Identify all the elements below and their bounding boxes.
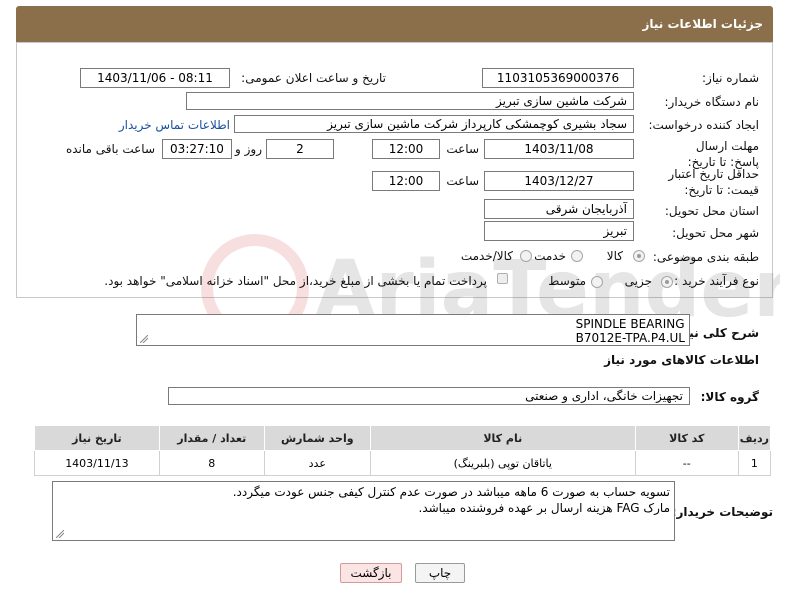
summary-line-1: SPINDLE BEARING xyxy=(575,317,685,331)
reply-time-label: ساعت xyxy=(446,142,479,156)
category-goods-service-radio[interactable] xyxy=(520,250,532,262)
process-minor-radio[interactable] xyxy=(661,276,673,288)
page-header: جزئیات اطلاعات نیاز xyxy=(16,6,773,42)
cell-unit: عدد xyxy=(263,450,371,476)
cell-date: 1403/11/13 xyxy=(34,450,160,476)
need-number-label: شماره نیاز: xyxy=(702,71,759,85)
goods-group-label: گروه کالا: xyxy=(700,390,759,404)
buyer-notes-field[interactable]: تسویه حساب به صورت 6 ماهه میباشد در صورت… xyxy=(52,481,675,541)
col-row-header: ردیف xyxy=(737,425,772,451)
category-service-radio[interactable] xyxy=(571,250,583,262)
table-row[interactable]: 1 -- یاتاقان توپی (بلبرینگ) عدد 8 1403/1… xyxy=(34,450,772,476)
price-validity-date-field[interactable]: 1403/12/27 xyxy=(484,171,634,191)
summary-field[interactable]: SPINDLE BEARING B7012E-TPA.P4.UL xyxy=(136,314,690,346)
cell-name: یاتاقان توپی (بلبرینگ) xyxy=(369,450,636,476)
reply-time-field[interactable]: 12:00 xyxy=(372,139,440,159)
remaining-time-label: ساعت باقی مانده xyxy=(65,142,155,156)
treasury-payment-note: پرداخت تمام یا بخشی از مبلغ خرید،از محل … xyxy=(104,274,487,288)
goods-table: ردیف کد کالا نام کالا واحد شمارش تعداد /… xyxy=(34,425,772,476)
cell-row: 1 xyxy=(737,450,772,476)
print-button[interactable]: چاپ xyxy=(415,563,465,583)
province-field[interactable]: آذربایجان شرقی xyxy=(484,199,634,219)
treasury-payment-checkbox[interactable] xyxy=(497,273,508,284)
col-unit-header: واحد شمارش xyxy=(263,425,371,451)
city-label: شهر محل تحویل: xyxy=(672,226,759,240)
col-name-header: نام کالا xyxy=(369,425,636,451)
table-header-row: ردیف کد کالا نام کالا واحد شمارش تعداد /… xyxy=(34,425,772,451)
process-type-label: نوع فرآیند خرید : xyxy=(674,274,759,288)
need-number-field[interactable]: 1103105369000376 xyxy=(482,68,634,88)
buyer-contact-link[interactable]: اطلاعات تماس خریدار xyxy=(119,118,230,132)
buyer-notes-label: توضیحات خریدار: xyxy=(671,505,773,519)
buyer-notes-line-2: مارک FAG هزینه ارسال بر عهده فروشنده میب… xyxy=(418,501,670,515)
col-code-header: کد کالا xyxy=(634,425,739,451)
buyer-org-label: نام دستگاه خریدار: xyxy=(664,95,760,109)
province-label: استان محل تحویل: xyxy=(664,204,759,218)
col-date-header: تاریخ نیاز xyxy=(34,425,160,451)
days-label: روز و xyxy=(235,142,262,156)
col-qty-header: تعداد / مقدار xyxy=(158,425,265,451)
cell-qty: 8 xyxy=(158,450,265,476)
announce-datetime-field[interactable]: 1403/11/06 - 08:11 xyxy=(80,68,230,88)
buyer-org-field[interactable]: شرکت ماشین سازی تبریز xyxy=(186,92,634,110)
category-goods-label: کالا xyxy=(606,249,623,263)
page-title: جزئیات اطلاعات نیاز xyxy=(642,17,763,31)
category-service-label: خدمت xyxy=(534,249,566,263)
process-medium-label: متوسط xyxy=(548,274,586,288)
category-goods-radio[interactable] xyxy=(633,250,645,262)
process-medium-radio[interactable] xyxy=(591,276,603,288)
remaining-time-field[interactable]: 03:27:10 xyxy=(162,139,232,159)
city-field[interactable]: تبریز xyxy=(484,221,634,241)
summary-line-2: B7012E-TPA.P4.UL xyxy=(575,331,685,345)
creator-label: ایجاد کننده درخواست: xyxy=(648,118,759,132)
price-validity-label: حداقل تاریخ اعتبار قیمت: تا تاریخ: xyxy=(668,167,759,197)
reply-date-field[interactable]: 1403/11/08 xyxy=(484,139,634,159)
resize-grip-icon[interactable] xyxy=(140,335,148,343)
creator-field[interactable]: سجاد بشیری کوچمشکی کارپرداز شرکت ماشین س… xyxy=(234,115,634,133)
back-button[interactable]: بازگشت xyxy=(340,563,402,583)
price-validity-time-field[interactable]: 12:00 xyxy=(372,171,440,191)
buyer-notes-line-1: تسویه حساب به صورت 6 ماهه میباشد در صورت… xyxy=(232,485,670,499)
resize-grip-icon[interactable] xyxy=(56,530,64,538)
goods-group-field[interactable]: تجهیزات خانگی، اداری و صنعتی xyxy=(168,387,690,405)
price-validity-time-label: ساعت xyxy=(446,174,479,188)
process-minor-label: جزیی xyxy=(624,274,652,288)
goods-info-title: اطلاعات کالاهای مورد نیاز xyxy=(604,353,759,367)
category-label: طبقه بندی موضوعی: xyxy=(652,250,759,264)
days-remaining-field[interactable]: 2 xyxy=(266,139,334,159)
cell-code: -- xyxy=(634,450,739,476)
announce-datetime-label: تاریخ و ساعت اعلان عمومی: xyxy=(241,71,386,85)
category-goods-service-label: کالا/خدمت xyxy=(460,249,513,263)
